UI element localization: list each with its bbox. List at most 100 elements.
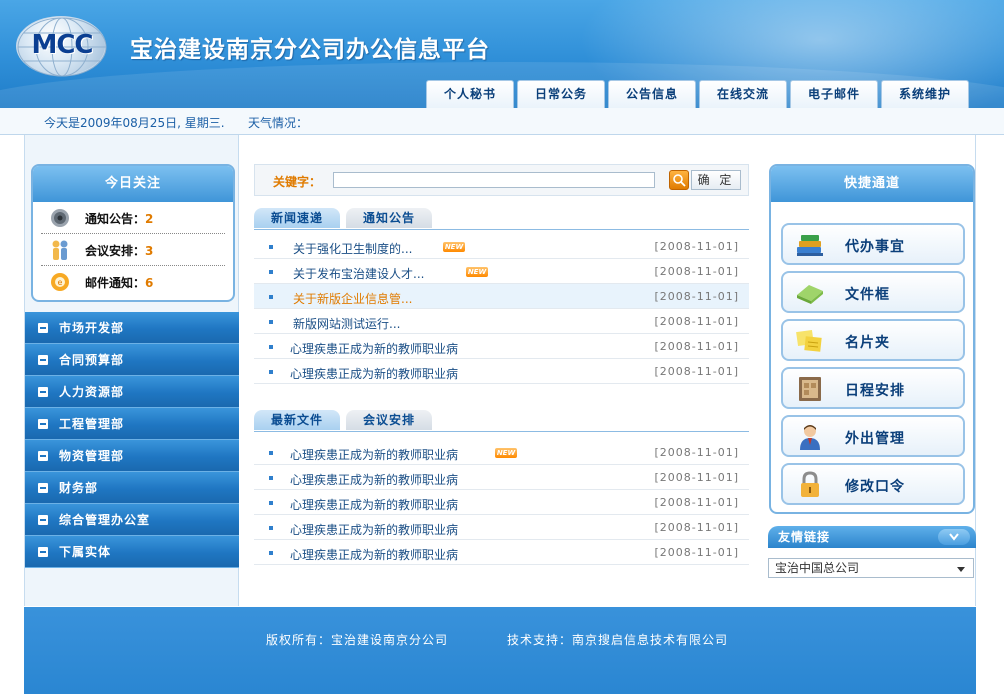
news-row[interactable]: 关于强化卫生制度的... NEW [2008-11-01] <box>254 234 749 259</box>
new-badge-icon: NEW <box>443 242 465 252</box>
collapse-icon <box>38 355 48 365</box>
news-date: [2008-11-01] <box>654 240 739 253</box>
calendar-icon <box>799 377 821 401</box>
quick-cardholder-button[interactable]: 名片夹 <box>781 319 965 361</box>
news-row[interactable]: 关于新版企业信息管... [2008-11-01] <box>254 284 749 309</box>
nav-tab-personal-secretary[interactable]: 个人秘书 <box>426 80 514 108</box>
current-date: 今天是2009年08月25日, 星期三. <box>44 116 225 130</box>
quick-label: 名片夹 <box>845 335 890 351</box>
quick-outing-button[interactable]: 外出管理 <box>781 415 965 457</box>
collapse-icon <box>38 387 48 397</box>
department-menu: 市场开发部 合同预算部 人力资源部 工程管理部 物资管理部 财务部 综合管理办公… <box>25 312 239 568</box>
tab-latest-files[interactable]: 最新文件 <box>254 410 340 430</box>
bullet-icon <box>269 245 273 249</box>
today-item-mail[interactable]: e 邮件通知：6 <box>41 266 225 298</box>
news-row[interactable]: 新版网站测试运行... [2008-11-01] <box>254 309 749 334</box>
weather-label: 天气情况： <box>248 116 309 130</box>
info-strip: 今天是2009年08月25日, 星期三. 天气情况： <box>0 108 1004 135</box>
today-item-label: 会议安排： <box>85 244 146 258</box>
quick-schedule-button[interactable]: 日程安排 <box>781 367 965 409</box>
file-row[interactable]: 心理疾患正成为新的教师职业病 NEW [2008-11-01] <box>254 440 749 465</box>
news-date: [2008-11-01] <box>654 340 739 353</box>
keyword-input[interactable] <box>333 172 655 188</box>
today-focus-title: 今日关注 <box>33 166 233 202</box>
file-title[interactable]: 心理疾患正成为新的教师职业病 <box>290 521 458 538</box>
bullet-icon <box>269 526 273 530</box>
news-title[interactable]: 心理疾患正成为新的教师职业病 <box>290 340 458 357</box>
news-date: [2008-11-01] <box>654 365 739 378</box>
nav-tab-email[interactable]: 电子邮件 <box>790 80 878 108</box>
friend-links-header[interactable]: 友情链接 <box>768 526 976 548</box>
tab-news-express[interactable]: 新闻速递 <box>254 208 340 228</box>
file-title[interactable]: 心理疾患正成为新的教师职业病 <box>290 546 458 563</box>
quick-folder-button[interactable]: 文件框 <box>781 271 965 313</box>
file-row[interactable]: 心理疾患正成为新的教师职业病 [2008-11-01] <box>254 490 749 515</box>
collapse-icon <box>38 451 48 461</box>
quick-change-password-button[interactable]: 修改口令 <box>781 463 965 505</box>
file-row[interactable]: 心理疾患正成为新的教师职业病 [2008-11-01] <box>254 465 749 490</box>
bullet-icon <box>269 551 273 555</box>
news-title[interactable]: 关于新版企业信息管... <box>293 290 412 307</box>
collapse-icon <box>38 547 48 557</box>
file-row[interactable]: 心理疾患正成为新的教师职业病 [2008-11-01] <box>254 540 749 565</box>
books-icon <box>797 235 823 256</box>
search-submit-button[interactable]: 确 定 <box>691 170 741 190</box>
news-title[interactable]: 新版网站测试运行... <box>293 315 400 332</box>
dept-market-development[interactable]: 市场开发部 <box>25 312 239 344</box>
news-date: [2008-11-01] <box>654 290 739 303</box>
new-badge-icon: NEW <box>466 267 488 277</box>
people-icon <box>52 240 68 260</box>
tab-meeting-schedule[interactable]: 会议安排 <box>346 410 432 430</box>
dept-materials[interactable]: 物资管理部 <box>25 440 239 472</box>
dept-contract-budget[interactable]: 合同预算部 <box>25 344 239 376</box>
news-list: 关于强化卫生制度的... NEW [2008-11-01] 关于发布宝治建设人才… <box>254 234 749 384</box>
file-title[interactable]: 心理疾患正成为新的教师职业病 <box>290 496 458 513</box>
logo: MCC <box>31 30 93 60</box>
site-title: 宝治建设南京分公司办公信息平台 <box>130 37 490 63</box>
friend-links-select[interactable]: 宝治中国总公司 <box>768 558 974 578</box>
quick-access-panel: 快捷通道 代办事宜 文件框 名片夹 日程安排 外出管理 修改口令 <box>769 164 975 514</box>
search-icon[interactable] <box>669 170 689 190</box>
news-title[interactable]: 关于发布宝治建设人才... <box>293 265 424 282</box>
collapse-icon <box>38 419 48 429</box>
main-nav: 个人秘书 日常公务 公告信息 在线交流 电子邮件 系统维护 <box>426 80 969 108</box>
today-item-label: 通知公告： <box>85 212 146 226</box>
nav-tab-daily-affairs[interactable]: 日常公务 <box>517 80 605 108</box>
tab-notices[interactable]: 通知公告 <box>346 208 432 228</box>
file-title[interactable]: 心理疾患正成为新的教师职业病 <box>290 446 458 463</box>
news-title[interactable]: 关于强化卫生制度的... <box>293 240 412 257</box>
file-date: [2008-11-01] <box>654 471 739 484</box>
news-date: [2008-11-01] <box>654 315 739 328</box>
nav-tab-announcements[interactable]: 公告信息 <box>608 80 696 108</box>
nav-tab-online-chat[interactable]: 在线交流 <box>699 80 787 108</box>
dept-general-office[interactable]: 综合管理办公室 <box>25 504 239 536</box>
footer: 版权所有：宝治建设南京分公司 技术支持：南京搜启信息技术有限公司 <box>24 607 976 694</box>
today-item-meetings[interactable]: 会议安排：3 <box>41 234 225 266</box>
quick-label: 日程安排 <box>845 383 905 399</box>
quick-todo-button[interactable]: 代办事宜 <box>781 223 965 265</box>
keyword-label: 关键字： <box>273 175 322 189</box>
news-title[interactable]: 心理疾患正成为新的教师职业病 <box>290 365 458 382</box>
dept-subsidiaries[interactable]: 下属实体 <box>25 536 239 568</box>
news-row[interactable]: 心理疾患正成为新的教师职业病 [2008-11-01] <box>254 359 749 384</box>
file-tabs: 最新文件 会议安排 <box>254 410 749 432</box>
file-row[interactable]: 心理疾患正成为新的教师职业病 [2008-11-01] <box>254 515 749 540</box>
dept-engineering[interactable]: 工程管理部 <box>25 408 239 440</box>
today-item-notices[interactable]: 通知公告：2 <box>41 202 225 234</box>
news-row[interactable]: 关于发布宝治建设人才... NEW [2008-11-01] <box>254 259 749 284</box>
bullet-icon <box>269 295 273 299</box>
chevron-down-icon[interactable] <box>938 529 970 545</box>
news-date: [2008-11-01] <box>654 265 739 278</box>
file-title[interactable]: 心理疾患正成为新的教师职业病 <box>290 471 458 488</box>
news-row[interactable]: 心理疾患正成为新的教师职业病 [2008-11-01] <box>254 334 749 359</box>
dept-finance[interactable]: 财务部 <box>25 472 239 504</box>
dept-human-resources[interactable]: 人力资源部 <box>25 376 239 408</box>
file-date: [2008-11-01] <box>654 446 739 459</box>
search-bar: 关键字： 确 定 <box>254 164 749 196</box>
file-date: [2008-11-01] <box>654 496 739 509</box>
friend-links-selected: 宝治中国总公司 <box>775 561 860 575</box>
quick-access-title: 快捷通道 <box>771 166 973 202</box>
footer-copyright: 版权所有：宝治建设南京分公司 <box>266 633 449 647</box>
today-focus-panel: 今日关注 通知公告：2 会议安排：3 e 邮件通知：6 <box>31 164 235 302</box>
nav-tab-system-maintenance[interactable]: 系统维护 <box>881 80 969 108</box>
